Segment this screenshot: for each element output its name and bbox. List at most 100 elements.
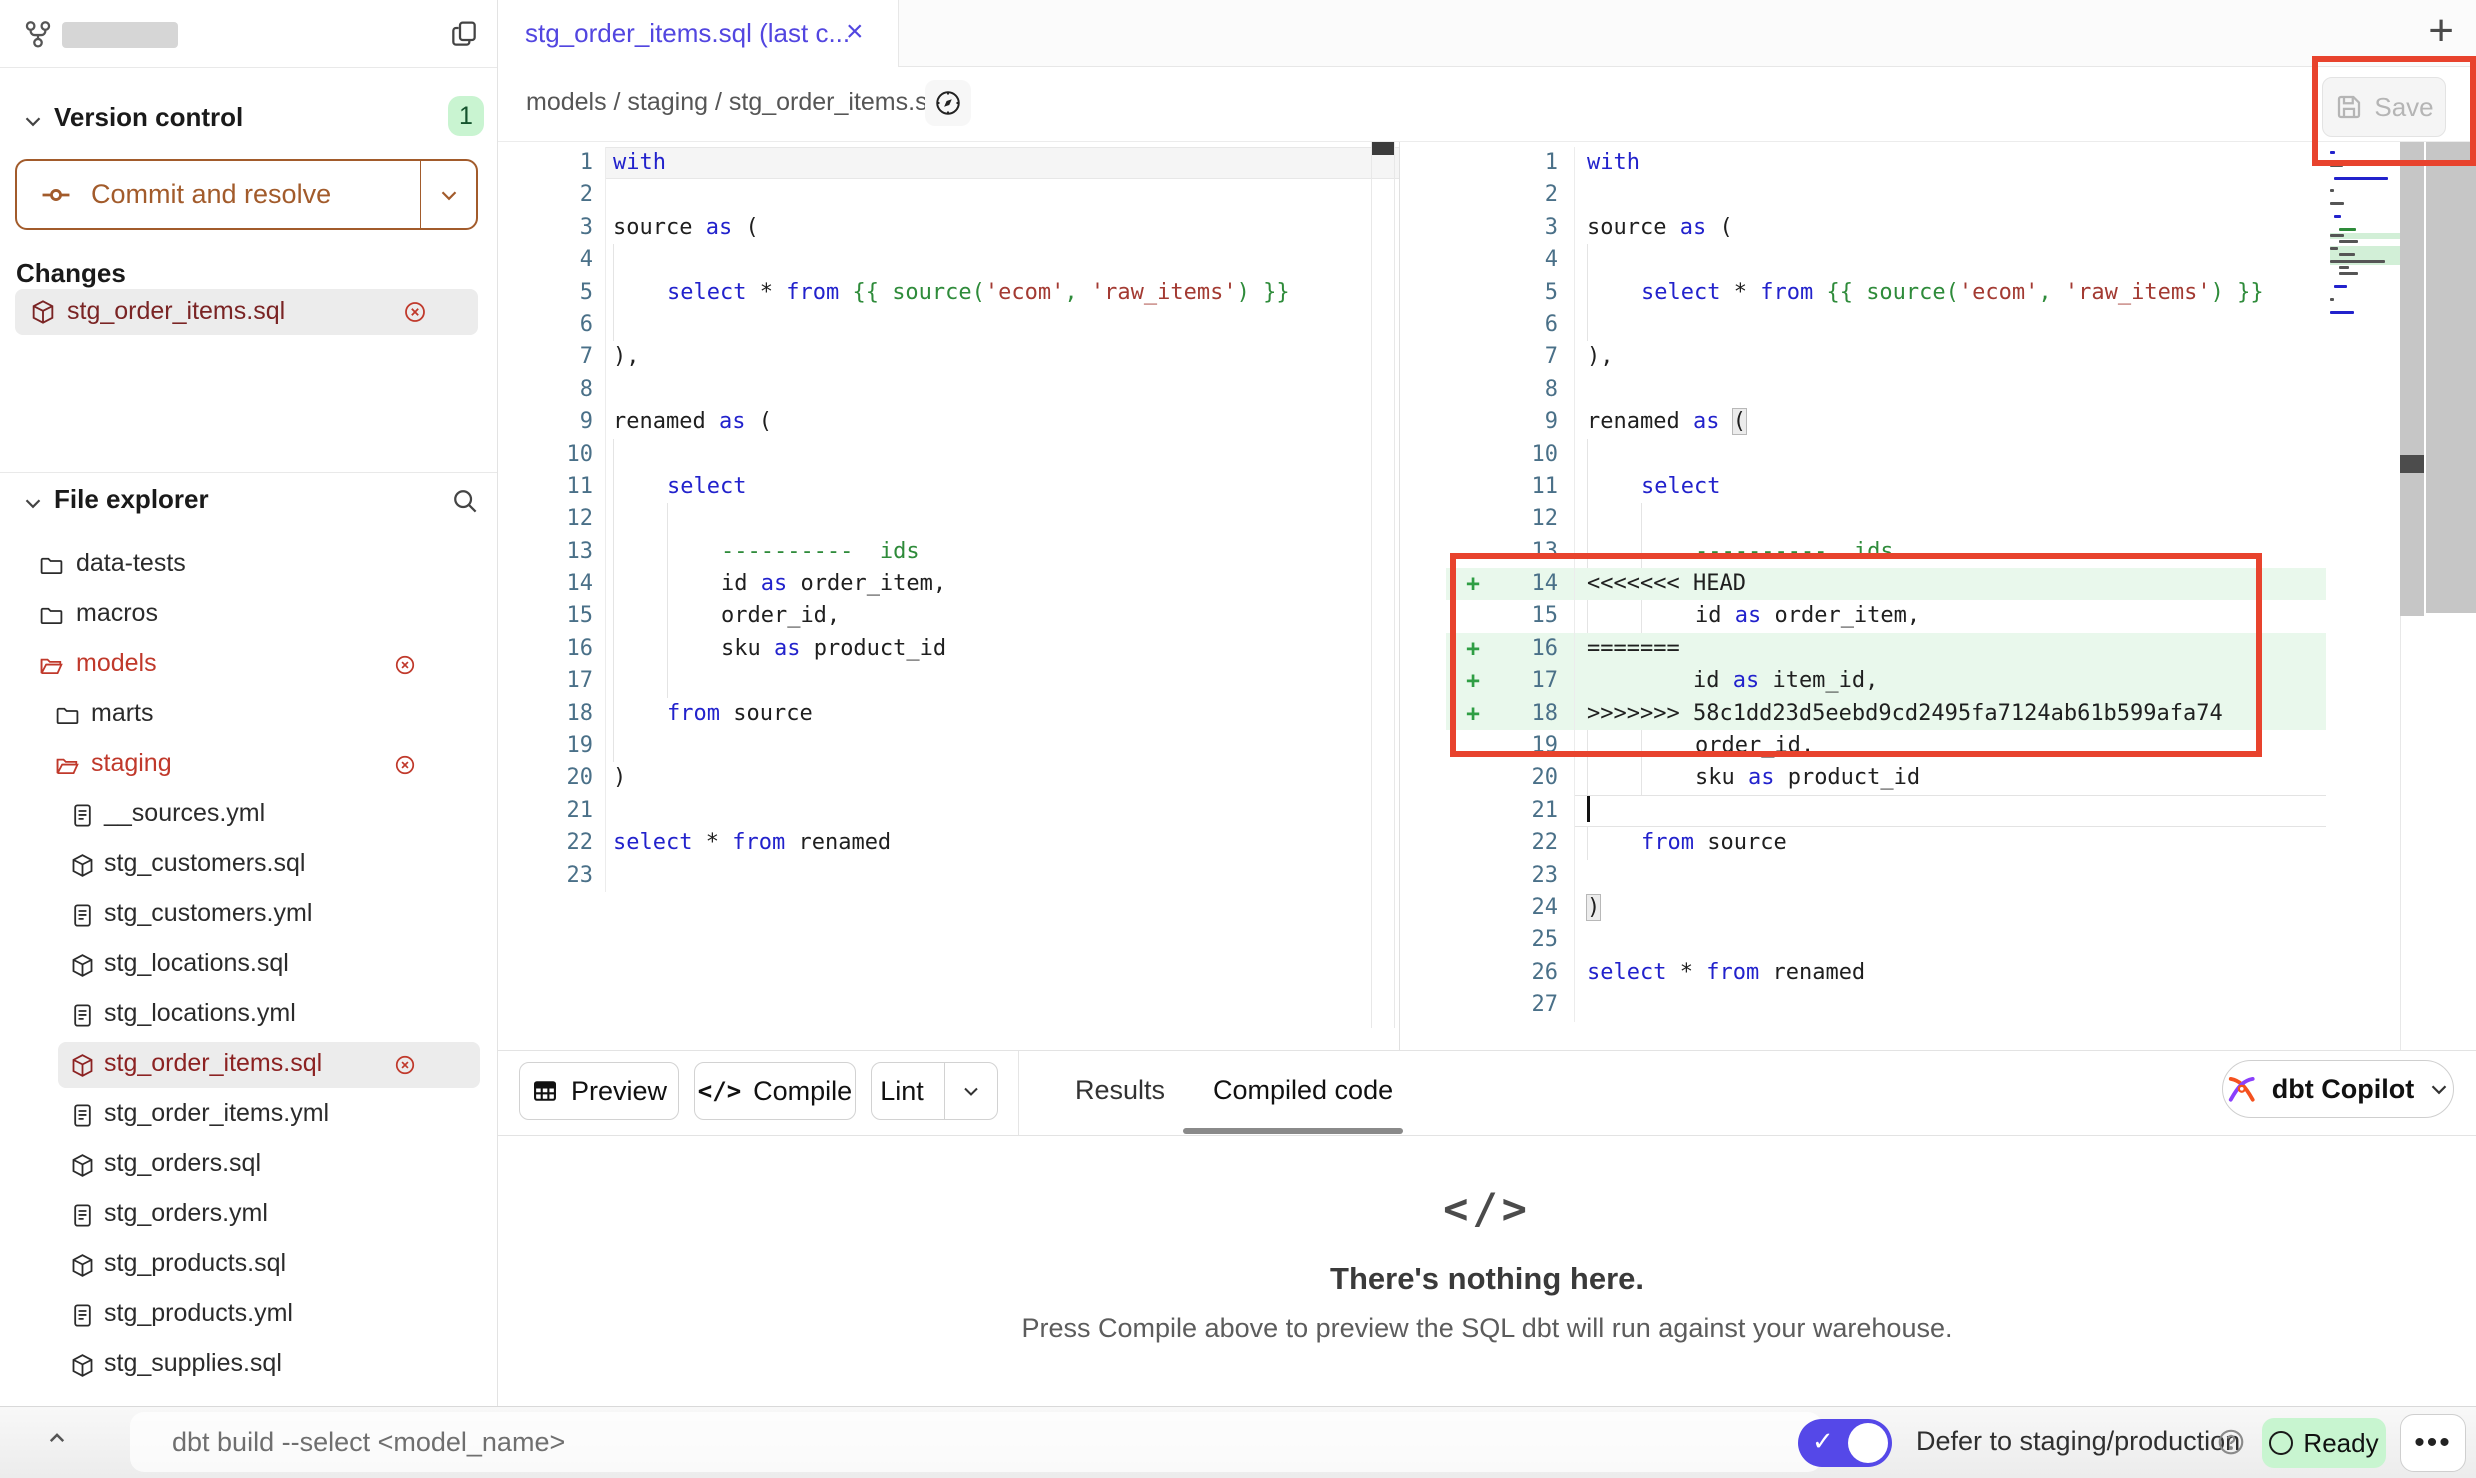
tab-results[interactable]: Results: [1075, 1075, 1165, 1106]
save-button[interactable]: Save: [2322, 77, 2446, 137]
commit-dropdown[interactable]: [420, 161, 476, 228]
close-icon[interactable]: ×: [846, 15, 864, 49]
commit-main[interactable]: Commit and resolve: [17, 161, 420, 228]
code-line-right-7[interactable]: 7),: [1400, 341, 2476, 373]
code-line-right-8[interactable]: 8: [1400, 374, 2476, 406]
code-line-right-22[interactable]: 22 from source: [1400, 827, 2476, 859]
file-tree-item-macros[interactable]: macros: [0, 590, 497, 640]
tab-compiled-code[interactable]: Compiled code: [1213, 1075, 1393, 1106]
file-tree-item-stg_locations.sql[interactable]: stg_locations.sql: [0, 940, 497, 990]
code-line-left-10[interactable]: 10: [498, 439, 1399, 471]
code-line-left-2[interactable]: 2: [498, 179, 1399, 211]
file-tree-item-stg_products.sql[interactable]: stg_products.sql: [0, 1240, 497, 1290]
file-tree-item-stg_products.yml[interactable]: stg_products.yml: [0, 1290, 497, 1340]
version-control-header[interactable]: Version control 1: [0, 90, 497, 146]
dbt-copilot-button[interactable]: dbt Copilot: [2222, 1060, 2454, 1118]
editor-pane-right[interactable]: 1with23source as (45 select * from {{ so…: [1400, 142, 2476, 1062]
right-scrollbar-track[interactable]: [2400, 142, 2424, 616]
minimap[interactable]: [2330, 150, 2396, 324]
code-line-right-14[interactable]: +14<<<<<<< HEAD: [1400, 568, 2476, 600]
code-line-right-16[interactable]: +16=======: [1400, 633, 2476, 665]
code-line-left-4[interactable]: 4: [498, 244, 1399, 276]
file-tree-item-__sources.yml[interactable]: __sources.yml: [0, 790, 497, 840]
code-line-right-11[interactable]: 11 select: [1400, 471, 2476, 503]
code-line-left-22[interactable]: 22select * from renamed: [498, 827, 1399, 859]
code-line-right-9[interactable]: 9renamed as (: [1400, 406, 2476, 438]
file-tree-item-stg_customers.sql[interactable]: stg_customers.sql: [0, 840, 497, 890]
file-tree-item-stg_supplies.sql[interactable]: stg_supplies.sql: [0, 1340, 497, 1390]
code-line-left-12[interactable]: 12: [498, 503, 1399, 535]
file-tree-item-data-tests[interactable]: data-tests: [0, 540, 497, 590]
preview-button[interactable]: Preview: [519, 1062, 679, 1120]
left-scrollbar-track[interactable]: [1371, 142, 1395, 1028]
lint-button[interactable]: Lint: [871, 1062, 998, 1120]
editor-pane-left[interactable]: 1with23source as (45 select * from {{ so…: [498, 142, 1400, 1057]
code-line-right-13[interactable]: 13 ---------- ids: [1400, 536, 2476, 568]
code-line-right-27[interactable]: 27: [1400, 989, 2476, 1021]
file-tree-item-stg_customers.yml[interactable]: stg_customers.yml: [0, 890, 497, 940]
code-line-right-2[interactable]: 2: [1400, 179, 2476, 211]
code-line-left-21[interactable]: 21: [498, 795, 1399, 827]
right-scrollbar-thumb[interactable]: [2400, 455, 2424, 473]
help-icon[interactable]: [2216, 1427, 2246, 1457]
copy-icon[interactable]: [448, 18, 480, 50]
code-line-right-1[interactable]: 1with: [1400, 147, 2476, 179]
code-line-right-23[interactable]: 23: [1400, 860, 2476, 892]
status-badge[interactable]: Ready: [2262, 1418, 2386, 1468]
code-line-left-7[interactable]: 7),: [498, 341, 1399, 373]
changed-file-row[interactable]: stg_order_items.sql: [15, 289, 478, 335]
file-tree-item-models[interactable]: models: [0, 640, 497, 690]
code-line-right-10[interactable]: 10: [1400, 439, 2476, 471]
code-line-left-17[interactable]: 17: [498, 665, 1399, 697]
chevron-up-icon[interactable]: [42, 1423, 72, 1453]
code-line-left-15[interactable]: 15 order_id,: [498, 600, 1399, 632]
lineage-button[interactable]: [925, 80, 971, 126]
commit-and-resolve-button[interactable]: Commit and resolve: [15, 159, 478, 230]
code-line-right-26[interactable]: 26select * from renamed: [1400, 957, 2476, 989]
code-line-left-13[interactable]: 13 ---------- ids: [498, 536, 1399, 568]
code-line-left-1[interactable]: 1with: [498, 147, 1399, 179]
file-explorer-header[interactable]: File explorer: [0, 476, 497, 528]
code-line-left-19[interactable]: 19: [498, 730, 1399, 762]
circled-x-icon[interactable]: [403, 300, 427, 324]
circled-x-icon[interactable]: [394, 1054, 416, 1076]
code-line-left-3[interactable]: 3source as (: [498, 212, 1399, 244]
code-line-left-9[interactable]: 9renamed as (: [498, 406, 1399, 438]
file-tree-item-stg_orders.yml[interactable]: stg_orders.yml: [0, 1190, 497, 1240]
code-line-left-5[interactable]: 5 select * from {{ source('ecom', 'raw_i…: [498, 277, 1399, 309]
code-line-right-15[interactable]: 15 id as order_item,: [1400, 600, 2476, 632]
code-line-left-23[interactable]: 23: [498, 860, 1399, 892]
tab-stg-order-items[interactable]: stg_order_items.sql (last c... ×: [498, 0, 899, 68]
left-scrollbar-thumb[interactable]: [1372, 142, 1394, 155]
file-tree-item-stg_orders.sql[interactable]: stg_orders.sql: [0, 1140, 497, 1190]
code-line-right-20[interactable]: 20 sku as product_id: [1400, 762, 2476, 794]
code-line-right-17[interactable]: +17 id as item_id,: [1400, 665, 2476, 697]
file-tree-item-marts[interactable]: marts: [0, 690, 497, 740]
code-line-right-4[interactable]: 4: [1400, 244, 2476, 276]
search-icon[interactable]: [450, 486, 480, 516]
code-line-right-12[interactable]: 12: [1400, 503, 2476, 535]
outer-scrollbar-track[interactable]: [2426, 142, 2476, 613]
code-line-right-6[interactable]: 6: [1400, 309, 2476, 341]
code-line-right-24[interactable]: 24): [1400, 892, 2476, 924]
code-line-left-6[interactable]: 6: [498, 309, 1399, 341]
code-line-left-8[interactable]: 8: [498, 374, 1399, 406]
file-tree-item-stg_order_items.yml[interactable]: stg_order_items.yml: [0, 1090, 497, 1140]
overflow-menu-button[interactable]: •••: [2400, 1414, 2466, 1472]
new-tab-button[interactable]: +: [2428, 6, 2454, 56]
code-line-right-21[interactable]: 21: [1400, 795, 2476, 827]
file-tree-item-stg_locations.yml[interactable]: stg_locations.yml: [0, 990, 497, 1040]
code-line-right-5[interactable]: 5 select * from {{ source('ecom', 'raw_i…: [1400, 277, 2476, 309]
lint-dropdown[interactable]: [944, 1063, 997, 1119]
command-input[interactable]: [130, 1412, 1822, 1472]
circled-x-icon[interactable]: [394, 654, 416, 676]
code-line-left-11[interactable]: 11 select: [498, 471, 1399, 503]
code-line-left-14[interactable]: 14 id as order_item,: [498, 568, 1399, 600]
code-line-right-25[interactable]: 25: [1400, 924, 2476, 956]
code-line-left-20[interactable]: 20): [498, 762, 1399, 794]
code-line-right-19[interactable]: 19 order_id,: [1400, 730, 2476, 762]
defer-toggle[interactable]: ✓: [1798, 1419, 1892, 1467]
file-tree-item-stg_order_items.sql[interactable]: stg_order_items.sql: [0, 1040, 497, 1090]
code-line-left-16[interactable]: 16 sku as product_id: [498, 633, 1399, 665]
code-line-left-18[interactable]: 18 from source: [498, 698, 1399, 730]
